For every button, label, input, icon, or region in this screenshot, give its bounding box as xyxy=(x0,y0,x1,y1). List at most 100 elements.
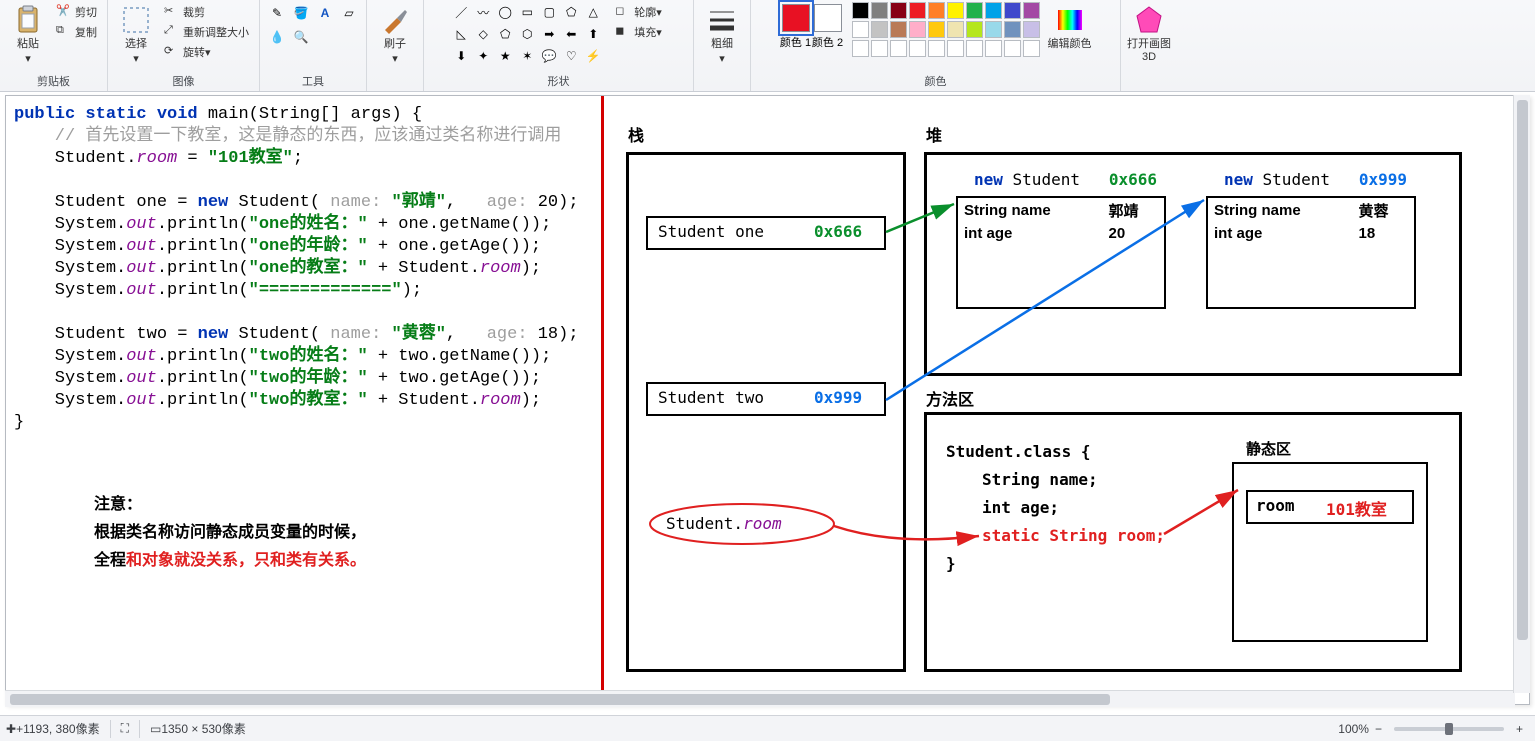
palette-swatch[interactable] xyxy=(1023,21,1040,38)
edit-colors-button[interactable]: 编辑颜色 xyxy=(1048,2,1092,70)
palette-swatch[interactable] xyxy=(947,40,964,57)
palette-swatch[interactable] xyxy=(966,40,983,57)
palette-swatch[interactable] xyxy=(890,21,907,38)
palette-swatch[interactable] xyxy=(890,40,907,57)
color2-swatch[interactable] xyxy=(814,4,842,32)
fill-tool[interactable]: 🪣 xyxy=(290,2,312,24)
heap1-header: new Student 0x666 xyxy=(974,170,1157,189)
stack-two-addr: 0x999 xyxy=(814,388,862,407)
heap2-header: new Student 0x999 xyxy=(1224,170,1407,189)
zoom-out-button[interactable]: − xyxy=(1375,722,1382,736)
color-palette xyxy=(852,2,1040,57)
shape-oval[interactable]: ◯ xyxy=(495,2,515,22)
shape-lightning[interactable]: ⚡ xyxy=(583,46,603,66)
eraser-tool[interactable]: ▱ xyxy=(338,2,360,24)
shape-hexagon[interactable]: ⬡ xyxy=(517,24,537,44)
zoom-in-button[interactable]: + xyxy=(1516,722,1523,736)
paint3d-button[interactable]: 打开画图 3D xyxy=(1127,2,1171,70)
palette-swatch[interactable] xyxy=(1004,40,1021,57)
palette-swatch[interactable] xyxy=(947,21,964,38)
copy-button[interactable]: ⧉复制 xyxy=(52,22,101,42)
shape-triangle[interactable]: △ xyxy=(583,2,603,22)
stack-one-label: Student one xyxy=(658,222,764,241)
shape-curve[interactable]: 〰 xyxy=(473,2,493,22)
palette-swatch[interactable] xyxy=(985,2,1002,19)
palette-swatch[interactable] xyxy=(966,2,983,19)
status-bar: ✚ + 1193, 380像素 ⛶ ▭ 1350 × 530像素 100% − … xyxy=(0,715,1535,741)
palette-swatch[interactable] xyxy=(985,21,1002,38)
magnifier-tool[interactable]: 🔍 xyxy=(290,26,312,48)
shape-diamond[interactable]: ◇ xyxy=(473,24,493,44)
edit-colors-label: 编辑颜色 xyxy=(1048,38,1092,51)
brushes-button[interactable]: 刷子 ▾ xyxy=(373,2,417,70)
paste-button[interactable]: 粘贴 ▾ xyxy=(6,2,50,70)
palette-swatch[interactable] xyxy=(1023,2,1040,19)
method-area-title: 方法区 xyxy=(926,386,974,410)
crop-button[interactable]: ✂裁剪 xyxy=(160,2,253,22)
palette-swatch[interactable] xyxy=(1004,2,1021,19)
group-image-label: 图像 xyxy=(173,73,195,91)
chevron-down-icon: ▾ xyxy=(25,53,31,66)
shape-arrow-r[interactable]: ➡ xyxy=(539,24,559,44)
empty-tool xyxy=(338,26,360,48)
palette-swatch[interactable] xyxy=(871,21,888,38)
rotate-button[interactable]: ⟳旋转 ▾ xyxy=(160,42,253,62)
group-colors-label: 颜色 xyxy=(925,73,947,91)
palette-swatch[interactable] xyxy=(871,40,888,57)
zoom-slider[interactable] xyxy=(1394,727,1504,731)
color-picker-tool[interactable]: 💧 xyxy=(266,26,288,48)
shape-star6[interactable]: ✶ xyxy=(517,46,537,66)
vertical-scrollbar[interactable] xyxy=(1513,95,1530,693)
pencil-tool[interactable]: ✎ xyxy=(266,2,288,24)
shape-star4[interactable]: ✦ xyxy=(473,46,493,66)
palette-swatch[interactable] xyxy=(928,2,945,19)
shape-heart[interactable]: ♡ xyxy=(561,46,581,66)
palette-swatch[interactable] xyxy=(1023,40,1040,57)
shape-fill-button[interactable]: ◼填充 ▾ xyxy=(611,22,666,42)
cut-button[interactable]: ✂️剪切 xyxy=(52,2,101,22)
shape-arrow-l[interactable]: ⬅ xyxy=(561,24,581,44)
palette-swatch[interactable] xyxy=(852,21,869,38)
resize-button[interactable]: ⤢重新调整大小 xyxy=(160,22,253,42)
palette-swatch[interactable] xyxy=(852,2,869,19)
shape-arrow-u[interactable]: ⬆ xyxy=(583,24,603,44)
palette-swatch[interactable] xyxy=(1004,21,1021,38)
palette-swatch[interactable] xyxy=(985,40,1002,57)
horizontal-scrollbar[interactable] xyxy=(5,690,1515,707)
shape-star5[interactable]: ★ xyxy=(495,46,515,66)
group-tools: ✎ 🪣 A ▱ 💧 🔍 工具 xyxy=(260,0,367,91)
shape-polygon[interactable]: ⬠ xyxy=(561,2,581,22)
canvas[interactable]: public static void main(String[] args) {… xyxy=(5,95,1530,705)
palette-swatch[interactable] xyxy=(909,2,926,19)
shape-arrow-d[interactable]: ⬇ xyxy=(451,46,471,66)
shape-callout[interactable]: 💬 xyxy=(539,46,559,66)
fill-label: 填充 xyxy=(634,24,656,40)
rotate-icon: ⟳ xyxy=(164,44,180,60)
color1-swatch[interactable] xyxy=(782,4,810,32)
text-tool[interactable]: A xyxy=(314,2,336,24)
palette-swatch[interactable] xyxy=(890,2,907,19)
group-brushes-label xyxy=(393,73,396,91)
outline-icon: ◻ xyxy=(615,4,631,20)
shapes-gallery[interactable]: ／ 〰 ◯ ▭ ▢ ⬠ △ ◺ ◇ ⬠ ⬡ ➡ ⬅ ⬆ ⬇ ✦ ★ ✶ 💬 ♡ xyxy=(451,2,603,66)
shape-roundrect[interactable]: ▢ xyxy=(539,2,559,22)
size-label: 粗细 xyxy=(711,38,733,51)
select-button[interactable]: 选择 ▾ xyxy=(114,2,158,70)
shape-pentagon[interactable]: ⬠ xyxy=(495,24,515,44)
palette-swatch[interactable] xyxy=(928,40,945,57)
palette-swatch[interactable] xyxy=(852,40,869,57)
palette-swatch[interactable] xyxy=(909,40,926,57)
group-shapes: ／ 〰 ◯ ▭ ▢ ⬠ △ ◺ ◇ ⬠ ⬡ ➡ ⬅ ⬆ ⬇ ✦ ★ ✶ 💬 ♡ xyxy=(424,0,694,91)
copy-icon: ⧉ xyxy=(56,24,72,40)
palette-swatch[interactable] xyxy=(909,21,926,38)
palette-swatch[interactable] xyxy=(871,2,888,19)
palette-swatch[interactable] xyxy=(947,2,964,19)
shape-rtriangle[interactable]: ◺ xyxy=(451,24,471,44)
palette-swatch[interactable] xyxy=(928,21,945,38)
size-button[interactable]: 粗细 ▾ xyxy=(700,2,744,70)
shape-rect[interactable]: ▭ xyxy=(517,2,537,22)
shape-outline-button[interactable]: ◻轮廓 ▾ xyxy=(611,2,666,22)
chevron-down-icon: ▾ xyxy=(719,53,725,66)
shape-line[interactable]: ／ xyxy=(451,2,471,22)
palette-swatch[interactable] xyxy=(966,21,983,38)
